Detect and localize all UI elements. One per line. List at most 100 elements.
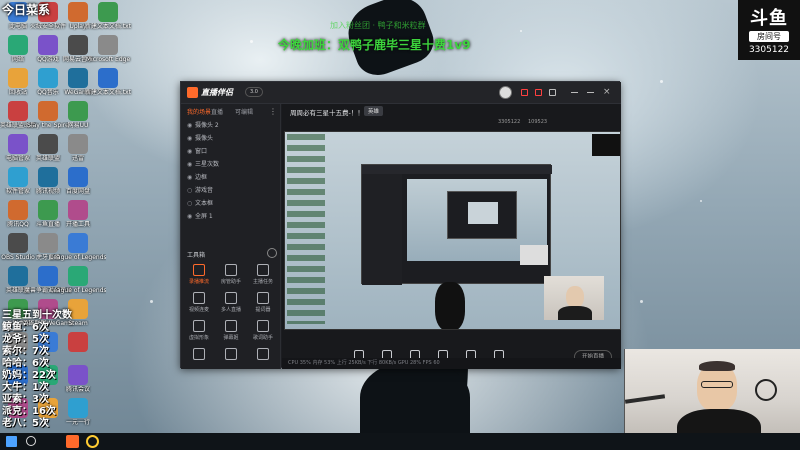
app-icon bbox=[98, 68, 118, 88]
live-companion-window: 直播伴侣 3.0 × 我的场景 直播 可编辑 ⋮ ◉ 摄像头 2 ◉ 摄像头 ◉ 窗口 ◉ 三星次… bbox=[180, 81, 621, 369]
desktop-icon-label: 开播工具 bbox=[65, 221, 90, 228]
minimize-icon[interactable] bbox=[587, 92, 594, 93]
layer-item[interactable]: ◉ 全屏 1 bbox=[187, 211, 275, 223]
stat-name: 老八： bbox=[2, 418, 32, 429]
start-icon[interactable] bbox=[6, 436, 17, 447]
tool-label: 多人直播 bbox=[221, 307, 242, 313]
layer-item[interactable]: ○ 游戏音 bbox=[187, 185, 275, 197]
overlay-title: 今日菜系 bbox=[2, 3, 51, 17]
add-scene-icon[interactable]: ⋮ bbox=[269, 107, 277, 116]
tool-icon bbox=[193, 348, 205, 360]
eye-icon[interactable]: ◉ bbox=[187, 159, 195, 171]
tools-header: 工具箱 bbox=[187, 252, 206, 259]
desktop-icon[interactable]: 一元一行 bbox=[50, 398, 106, 438]
tool-icon bbox=[225, 292, 237, 304]
layer-label: 全屏 1 bbox=[195, 213, 213, 220]
app-icon bbox=[68, 233, 88, 253]
layer-item[interactable]: ◉ 三星次数 bbox=[187, 159, 275, 171]
brand-logo: 斗鱼 bbox=[750, 8, 788, 29]
app-icon bbox=[68, 332, 88, 352]
layer-label: 窗口 bbox=[195, 148, 208, 155]
scene-sidebar: 我的场景 直播 可编辑 ⋮ ◉ 摄像头 2 ◉ 摄像头 ◉ 窗口 ◉ 三星次数 ◉ 边框 ○ 游戏音 ○ 文本… bbox=[181, 104, 281, 369]
overlay-banner: 今晚加班：双鸭子鹿毕三星十费1v9 bbox=[278, 38, 471, 52]
tool-label: 虚拟形象 bbox=[189, 335, 210, 341]
desktop: 此电脑 网络 回收站 英雄联盟助手 电脑管家 软件管家 腾讯QQ OBS Studio 英雄联盟… bbox=[0, 0, 800, 450]
tool-label: 歌词助手 bbox=[253, 335, 274, 341]
tool-button[interactable] bbox=[253, 348, 273, 380]
taskbar-search-icon[interactable] bbox=[26, 436, 36, 446]
eye-icon[interactable]: ◉ bbox=[187, 146, 195, 158]
room-info: 3305122 bbox=[498, 119, 521, 125]
app-titlebar[interactable]: 直播伴侣 3.0 × bbox=[181, 82, 621, 104]
streamer-hair bbox=[699, 361, 735, 371]
tools-toggle-icon[interactable] bbox=[267, 248, 277, 258]
desktop-icon[interactable]: 新建文本文档.txt bbox=[80, 68, 136, 108]
layer-item[interactable]: ◉ 窗口 bbox=[187, 146, 275, 158]
scene-tab[interactable]: 我的场景 bbox=[187, 107, 211, 116]
tool-label: 提词器 bbox=[255, 307, 271, 313]
tool-icon bbox=[257, 320, 269, 332]
desktop-icon-label: 网易UU bbox=[67, 122, 89, 129]
menu-icon[interactable] bbox=[571, 92, 578, 93]
eye-icon[interactable]: ◉ bbox=[187, 211, 195, 223]
avatar[interactable] bbox=[499, 86, 512, 99]
stat-row: 老八：5次 bbox=[2, 414, 49, 429]
headset-right bbox=[755, 379, 777, 401]
scene-tab[interactable]: 直播 bbox=[211, 107, 223, 116]
app-title: 直播伴侣 bbox=[201, 88, 233, 97]
app-version-badge[interactable]: 3.0 bbox=[245, 87, 263, 97]
gift-icon[interactable] bbox=[535, 89, 542, 96]
tool-label: 视频连麦 bbox=[189, 307, 210, 313]
brand-logo-box: 斗鱼 房间号 3305122 bbox=[738, 0, 800, 60]
eye-icon[interactable]: ◉ bbox=[187, 133, 195, 145]
close-icon[interactable]: × bbox=[603, 87, 611, 97]
layer-label: 摄像头 bbox=[195, 135, 214, 142]
hot-value: 109523 bbox=[528, 119, 548, 125]
desktop-icon-label: 一元一行 bbox=[65, 419, 90, 426]
tool-icon bbox=[193, 292, 205, 304]
desktop-icon-label: 百度网盘 bbox=[65, 188, 90, 195]
tool-label: 录播推流 bbox=[189, 279, 210, 285]
layer-label: 摄像头 2 bbox=[195, 122, 219, 129]
taskbar-app-icon[interactable] bbox=[66, 435, 79, 448]
layer-label: 文本框 bbox=[195, 200, 214, 207]
app-icon bbox=[98, 2, 118, 22]
layer-item[interactable]: ◉ 摄像头 2 bbox=[187, 120, 275, 132]
app-icon bbox=[98, 35, 118, 55]
app-icon bbox=[68, 365, 88, 385]
glasses bbox=[701, 381, 733, 388]
eye-off-icon[interactable]: ○ bbox=[187, 198, 195, 210]
desktop-icon-label: 腾讯会议 bbox=[65, 386, 90, 393]
notification-icon[interactable] bbox=[521, 89, 528, 96]
tool-button[interactable] bbox=[189, 348, 209, 380]
eye-off-icon[interactable]: ○ bbox=[187, 185, 195, 197]
preview-nested-window bbox=[361, 164, 552, 285]
message-icon[interactable] bbox=[549, 89, 556, 96]
tool-icon bbox=[225, 264, 237, 276]
stream-tag[interactable]: 英雄 bbox=[364, 106, 384, 116]
preview-icon-strip bbox=[287, 134, 325, 324]
taskbar bbox=[0, 433, 800, 450]
tool-icon bbox=[193, 320, 205, 332]
desktop-icon-label: 新建文本文档.txt bbox=[84, 89, 132, 96]
taskbar-obs-icon[interactable] bbox=[86, 435, 99, 448]
tool-button[interactable] bbox=[221, 348, 241, 380]
desktop-icon-label: 新建文本文档.txt bbox=[84, 23, 132, 30]
tool-icon bbox=[225, 348, 237, 360]
desktop-icon-label: Microsoft Edge bbox=[85, 56, 131, 63]
eye-icon[interactable]: ◉ bbox=[187, 120, 195, 132]
overlay-banner-sub: 加入粉丝团 · 鸭子和米粒群 bbox=[330, 21, 426, 30]
tool-icon bbox=[193, 264, 205, 276]
layer-item[interactable]: ◉ 摄像头 bbox=[187, 133, 275, 145]
tool-icon bbox=[225, 320, 237, 332]
layer-item[interactable]: ◉ 边框 bbox=[187, 172, 275, 184]
eye-icon[interactable]: ◉ bbox=[187, 172, 195, 184]
app-icon bbox=[68, 200, 88, 220]
scene-tab[interactable]: 可编辑 bbox=[235, 107, 253, 116]
app-icon bbox=[68, 134, 88, 154]
tool-label: 主播任务 bbox=[253, 279, 274, 285]
layer-item[interactable]: ○ 文本框 bbox=[187, 198, 275, 210]
preview-webcam bbox=[544, 276, 604, 320]
status-bar: CPU 35% 内存 53% 上行 25KB/s 下行 80KB/s GPU 2… bbox=[282, 358, 621, 369]
desktop-icon-label: Steam bbox=[68, 320, 88, 327]
